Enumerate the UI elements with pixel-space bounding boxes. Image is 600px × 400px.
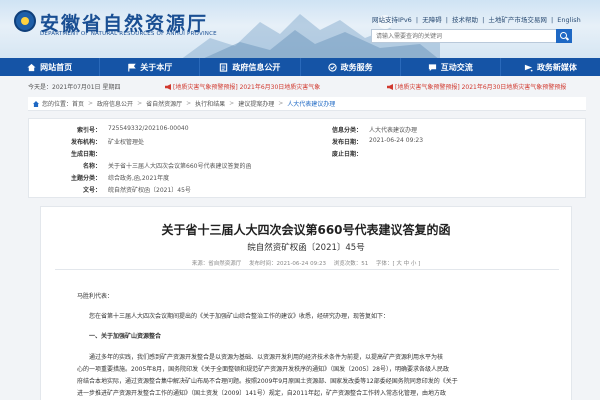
article-doc-number: 皖自然资矿权函〔2021〕45号: [247, 243, 365, 253]
main-nav: 网站首页 关于本厅 政府信息公开 政务服务 互动交流 政务新媒体: [0, 58, 600, 76]
document-icon: [220, 62, 228, 72]
document-metadata: 索引号： 725549332/202106-00040 信息分类： 人大代表建议…: [28, 118, 586, 198]
link-tech-help[interactable]: 技术帮助: [452, 16, 478, 24]
search-input[interactable]: [372, 30, 536, 42]
service-icon: [327, 62, 337, 72]
meta-label: 信息分类：: [332, 127, 363, 134]
meta-label: 生成日期：: [71, 151, 102, 158]
speaker-icon: [165, 84, 171, 90]
flag-icon: [128, 63, 136, 72]
site-header: 安徽省自然资源厅 DEPARTMENT OF NATURAL RESOURCES…: [0, 0, 600, 58]
breadcrumb-separator: >: [186, 100, 192, 107]
meta-label: 废止日期：: [332, 151, 363, 158]
body-line: 通过多年的实践，我们感到矿产资源开发整合是以资源为基础、以资源开发利用的经济技术…: [89, 354, 444, 361]
breadcrumb-item[interactable]: 政府信息公开: [97, 99, 133, 108]
breadcrumb-current[interactable]: 人大代表建议办理: [287, 99, 335, 108]
link-separator: |: [482, 16, 485, 24]
link-ipv6[interactable]: 网站支持IPv6: [372, 16, 412, 24]
home-icon: [33, 101, 39, 107]
meta-row: 生成日期： 废止日期：: [29, 149, 585, 160]
nav-label: 网站首页: [40, 62, 73, 72]
nav-gov-service[interactable]: 政务服务: [301, 58, 401, 76]
meta-value: 725549332/202106-00040: [108, 125, 189, 132]
link-english[interactable]: English: [557, 16, 580, 24]
article-info: 来源：省自然资源厅 发布时间：2021-06-24 09:23 浏览次数：51 …: [41, 259, 571, 267]
speaker-icon: [387, 84, 393, 90]
search-icon[interactable]: [556, 29, 572, 43]
meta-row: 索引号： 725549332/202106-00040 信息分类： 人大代表建议…: [29, 125, 585, 136]
chat-icon: [428, 63, 436, 71]
meta-row: 发布机构： 矿业权管理处 发布日期： 2021-06-24 09:23: [29, 137, 585, 148]
nav-label: 互动交流: [440, 62, 473, 72]
article-publish-time: 发布时间：2021-06-24 09:23: [248, 261, 327, 267]
meta-label: 名称：: [83, 163, 102, 170]
breadcrumb: 您的位置：首页 > 政府信息公开 > 省自然资源厅 > 执行和结果 > 建议提案办理 > …: [28, 97, 586, 111]
greeting: 马胜利代表：: [77, 293, 114, 300]
meta-row: 文号： 皖自然资矿权函〔2021〕45号: [29, 185, 585, 196]
breadcrumb-item[interactable]: 您的位置：首页: [42, 99, 84, 108]
link-land-market[interactable]: 土地矿产市场交易网: [488, 16, 547, 24]
meta-label: 文号：: [83, 187, 102, 194]
notice-text: [地质灾害气象预警预报] 2021年6月30日地质灾害气象预警预报: [395, 84, 567, 91]
article-view-count: 浏览次数：51: [333, 261, 369, 267]
meta-label: 发布机构：: [71, 139, 102, 146]
site-subtitle: DEPARTMENT OF NATURAL RESOURCES OF ANHUI…: [40, 31, 217, 37]
meta-label: 发布日期：: [332, 139, 363, 146]
nav-about[interactable]: 关于本厅: [100, 58, 201, 76]
intro-paragraph: 您在省第十三届人大四次会议期间提出的《关于加强矿山综合整治工作的建议》收悉，经研…: [89, 313, 390, 320]
current-date: 今天是：2021年07月01日 星期四: [28, 84, 121, 91]
meta-label: 索引号：: [77, 127, 102, 134]
breadcrumb-separator: >: [137, 100, 143, 107]
article-title: 关于省十三届人大四次会议第660号代表建议答复的函: [161, 223, 451, 237]
top-links: 网站支持IPv6 | 无障碍 | 技术帮助 | 土地矿产市场交易网 | Engl…: [371, 14, 582, 24]
body-line: 进一步推进矿产资源开发整合工作的通知》（国土资发〔2009〕141号）规定，自2…: [77, 390, 446, 397]
media-icon: [524, 64, 533, 72]
meta-row: 主题分类： 综合政务,函,2021年度: [29, 173, 585, 184]
nav-info-disclosure[interactable]: 政府信息公开: [200, 58, 301, 76]
breadcrumb-item[interactable]: 执行和结果: [195, 99, 225, 108]
meta-value: 皖自然资矿权函〔2021〕45号: [108, 187, 191, 194]
body-line: 心的一项重要措施。2005年8月，国务院印发《关于全面整顿和规范矿产资源开发秩序…: [77, 366, 449, 373]
meta-value: 关于省十三届人大四次会议第660号代表建议答复的函: [108, 163, 252, 170]
nav-label: 政府信息公开: [232, 62, 281, 72]
link-separator: |: [550, 16, 554, 24]
notice-link[interactable]: [地质灾害气象预警预报] 2021年6月30日地质灾害气象预警预报: [387, 82, 566, 91]
nav-interaction[interactable]: 互动交流: [401, 58, 501, 76]
search-box: [371, 29, 557, 43]
nav-label: 政务服务: [340, 62, 373, 72]
section-heading: 一、关于加强矿山资源整合: [89, 333, 162, 340]
link-separator: |: [415, 16, 419, 24]
notice-link[interactable]: [地质灾害气象预警预报] 2021年6月30日地质灾害气象: [165, 82, 320, 91]
link-accessibility[interactable]: 无障碍: [422, 16, 442, 24]
nav-label: 政务新媒体: [536, 62, 577, 72]
divider: [55, 269, 559, 270]
meta-value: 人大代表建议办理: [369, 127, 418, 134]
font-size-switch[interactable]: 字体：[ 大 中 小 ]: [376, 261, 420, 267]
link-separator: |: [445, 16, 448, 24]
article-source: 来源：省自然资源厅: [191, 261, 242, 267]
breadcrumb-separator: >: [229, 100, 235, 107]
department-logo[interactable]: [14, 10, 36, 32]
article-body: 关于省十三届人大四次会议第660号代表建议答复的函 皖自然资矿权函〔2021〕4…: [40, 206, 572, 400]
meta-value: 2021-06-24 09:23: [369, 137, 424, 144]
home-icon: [27, 63, 36, 71]
breadcrumb-separator: >: [88, 100, 94, 107]
meta-row: 名称： 关于省十三届人大四次会议第660号代表建议答复的函: [29, 161, 585, 172]
date-notice-bar: 今天是：2021年07月01日 星期四 [地质灾害气象预警预报] 2021年6月…: [28, 80, 586, 92]
breadcrumb-separator: >: [278, 100, 284, 107]
breadcrumb-item[interactable]: 建议提案办理: [238, 99, 274, 108]
breadcrumb-item[interactable]: 省自然资源厅: [146, 99, 182, 108]
meta-value: 矿业权管理处: [108, 139, 145, 146]
nav-new-media[interactable]: 政务新媒体: [501, 58, 600, 76]
meta-label: 主题分类：: [71, 175, 102, 182]
body-line: 府结合本地实际，通过资源整合集中解决矿山布局不合理问题。按照2009年9月原国土…: [77, 378, 458, 385]
nav-label: 关于本厅: [140, 62, 173, 72]
meta-value: 综合政务,函,2021年度: [108, 175, 170, 182]
nav-home[interactable]: 网站首页: [0, 58, 101, 76]
notice-text: [地质灾害气象预警预报] 2021年6月30日地质灾害气象: [173, 84, 321, 91]
